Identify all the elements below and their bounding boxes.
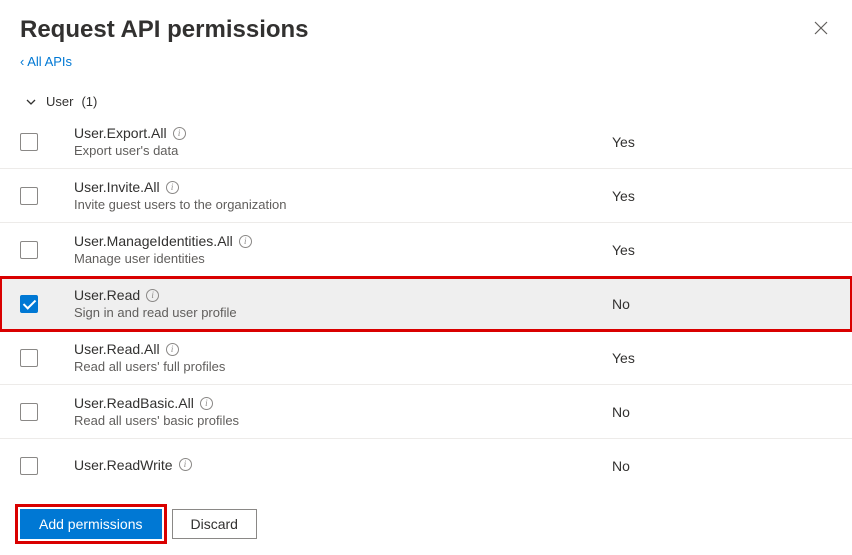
breadcrumb: ‹ All APIs xyxy=(0,54,852,75)
permission-text: User.ReadBasic.Alli Read all users' basic… xyxy=(74,395,612,428)
permission-checkbox[interactable] xyxy=(20,403,38,421)
permission-text: User.Read.Alli Read all users' full profi… xyxy=(74,341,612,374)
permission-row[interactable]: User.Readi Sign in and read user profileN… xyxy=(0,277,852,331)
discard-button[interactable]: Discard xyxy=(172,509,257,539)
permission-name: User.Readi xyxy=(74,287,612,303)
permission-description: Read all users' basic profiles xyxy=(74,413,612,428)
permission-description: Invite guest users to the organization xyxy=(74,197,612,212)
permission-checkbox[interactable] xyxy=(20,187,38,205)
close-icon[interactable] xyxy=(810,16,832,42)
permission-text: User.Export.Alli Export user's data xyxy=(74,125,612,158)
permission-text: User.ManageIdentities.Alli Manage user id… xyxy=(74,233,612,266)
permission-description: Manage user identities xyxy=(74,251,612,266)
permission-text: User.Invite.Alli Invite guest users to th… xyxy=(74,179,612,212)
permission-text: User.ReadWritei xyxy=(74,457,612,475)
consent-value: Yes xyxy=(612,242,832,258)
permission-name: User.ReadWritei xyxy=(74,457,612,473)
consent-value: No xyxy=(612,404,832,420)
permission-description: Read all users' full profiles xyxy=(74,359,612,374)
permission-row[interactable]: User.ReadBasic.Alli Read all users' basic… xyxy=(0,385,852,439)
consent-value: No xyxy=(612,458,832,474)
permission-description: Export user's data xyxy=(74,143,612,158)
permission-checkbox[interactable] xyxy=(20,457,38,475)
page-title: Request API permissions xyxy=(20,16,309,44)
permission-name: User.ReadBasic.Alli xyxy=(74,395,612,411)
permission-row[interactable]: User.ReadWriteiNo xyxy=(0,439,852,485)
permission-row[interactable]: User.ManageIdentities.Alli Manage user id… xyxy=(0,223,852,277)
info-icon[interactable]: i xyxy=(239,235,252,248)
permission-checkbox[interactable] xyxy=(20,133,38,151)
permissions-scroll[interactable]: User (1) User.Export.Alli Export user's d… xyxy=(0,88,852,485)
permission-description: Sign in and read user profile xyxy=(74,305,612,320)
permission-name: User.Read.Alli xyxy=(74,341,612,357)
info-icon[interactable]: i xyxy=(146,289,159,302)
permission-checkbox[interactable] xyxy=(20,295,38,313)
permission-row[interactable]: User.Invite.Alli Invite guest users to th… xyxy=(0,169,852,223)
consent-value: No xyxy=(612,296,832,312)
consent-value: Yes xyxy=(612,188,832,204)
group-label: User xyxy=(46,94,73,109)
permission-checkbox[interactable] xyxy=(20,349,38,367)
permission-row[interactable]: User.Read.Alli Read all users' full profi… xyxy=(0,331,852,385)
permission-row[interactable]: User.Export.Alli Export user's dataYes xyxy=(0,115,852,169)
group-count: (1) xyxy=(81,94,97,109)
back-link[interactable]: ‹ All APIs xyxy=(20,54,72,69)
info-icon[interactable]: i xyxy=(166,181,179,194)
group-header-user[interactable]: User (1) xyxy=(0,88,852,115)
chevron-down-icon xyxy=(24,95,38,109)
consent-value: Yes xyxy=(612,134,832,150)
info-icon[interactable]: i xyxy=(166,343,179,356)
info-icon[interactable]: i xyxy=(179,458,192,471)
info-icon[interactable]: i xyxy=(173,127,186,140)
permission-name: User.Export.Alli xyxy=(74,125,612,141)
info-icon[interactable]: i xyxy=(200,397,213,410)
consent-value: Yes xyxy=(612,350,832,366)
permission-name: User.ManageIdentities.Alli xyxy=(74,233,612,249)
add-permissions-button[interactable]: Add permissions xyxy=(20,509,162,539)
footer: Add permissions Discard xyxy=(0,493,852,555)
permission-checkbox[interactable] xyxy=(20,241,38,259)
permission-text: User.Readi Sign in and read user profile xyxy=(74,287,612,320)
permission-name: User.Invite.Alli xyxy=(74,179,612,195)
